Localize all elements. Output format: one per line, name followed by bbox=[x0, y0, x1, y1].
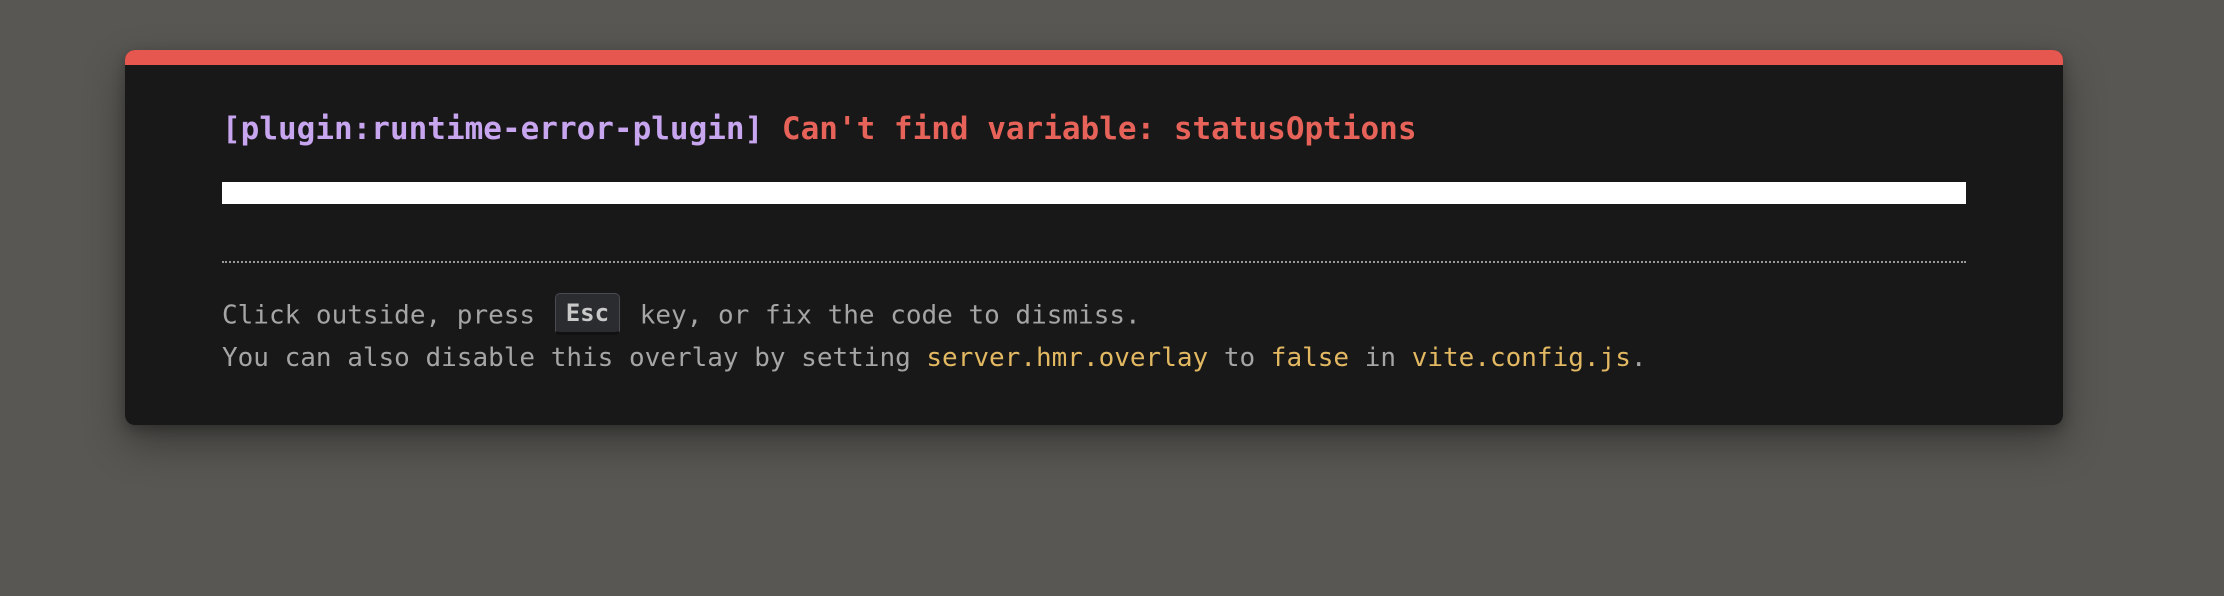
error-accent-bar bbox=[125, 50, 2063, 65]
config-file: vite.config.js bbox=[1411, 343, 1631, 373]
error-overlay: [plugin:runtime-error-plugin] Can't find… bbox=[125, 50, 2063, 425]
code-frame bbox=[222, 182, 1966, 204]
tip-text: key, or fix the code to dismiss. bbox=[624, 300, 1141, 331]
tip-text: in bbox=[1349, 343, 1412, 373]
esc-key: Esc bbox=[554, 293, 621, 335]
error-text: Can't find variable: statusOptions bbox=[781, 111, 1417, 147]
error-message: [plugin:runtime-error-plugin] Can't find… bbox=[222, 110, 1416, 148]
tip-text: to bbox=[1208, 343, 1271, 373]
disable-overlay-tip: You can also disable this overlay by set… bbox=[222, 341, 1647, 375]
dismiss-tip: Click outside, press Esc key, or fix the… bbox=[222, 293, 1141, 337]
plugin-name: [plugin:runtime-error-plugin] bbox=[222, 111, 764, 147]
tip-period: . bbox=[1630, 343, 1647, 373]
setting-value: false bbox=[1270, 343, 1350, 373]
tip-text: Click outside, press bbox=[222, 300, 551, 331]
setting-name: server.hmr.overlay bbox=[926, 343, 1209, 373]
tip-text: You can also disable this overlay by set… bbox=[222, 343, 927, 373]
divider bbox=[222, 261, 1966, 263]
